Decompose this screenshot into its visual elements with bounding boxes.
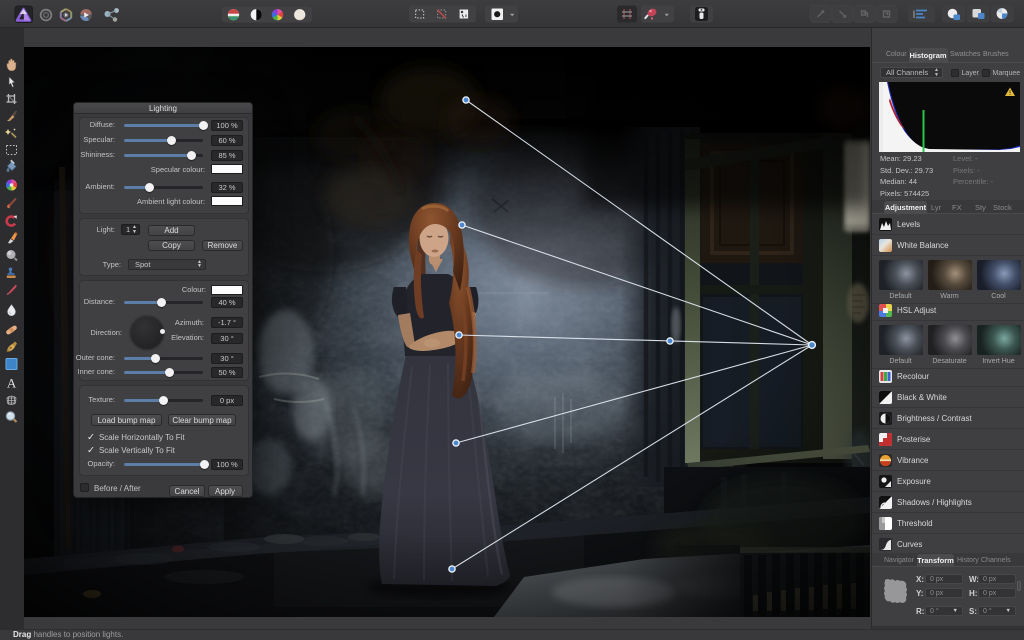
svg-text:A: A bbox=[7, 376, 17, 391]
